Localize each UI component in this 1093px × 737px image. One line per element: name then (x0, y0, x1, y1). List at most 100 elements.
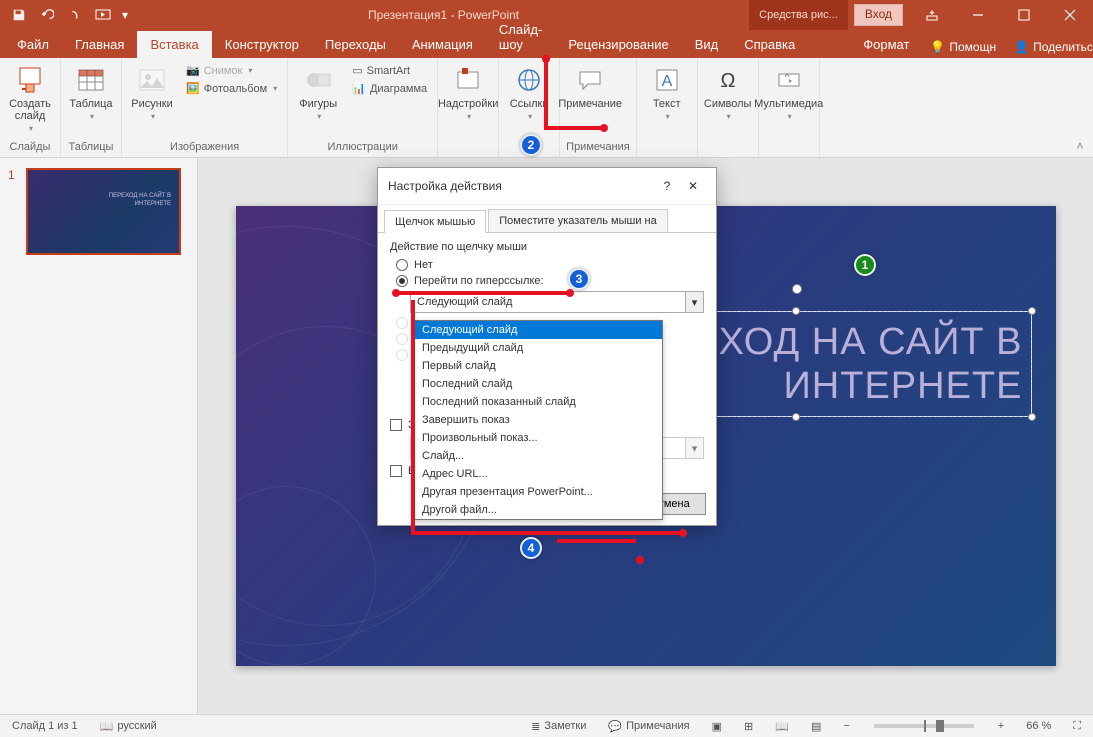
login-button[interactable]: Вход (854, 4, 903, 26)
tab-review[interactable]: Рецензирование (555, 31, 681, 58)
quick-access-toolbar: ▾ (0, 3, 138, 27)
symbols-icon: Ω (712, 64, 744, 96)
smartart-button[interactable]: ▭SmartArt (348, 62, 431, 79)
dialog-close-icon[interactable]: ✕ (680, 176, 706, 196)
fit-to-window-icon[interactable]: ⛶ (1069, 720, 1085, 733)
shapes-button[interactable]: Фигуры (294, 62, 342, 123)
slide-thumbnail-pane[interactable]: 1 ПЕРЕХОД НА САЙТ ВИНТЕРНЕТЕ (0, 158, 198, 714)
links-button[interactable]: Ссылки (505, 62, 553, 123)
tab-home[interactable]: Главная (62, 31, 137, 58)
dialog-help-icon[interactable]: ? (654, 176, 680, 196)
table-button[interactable]: Таблица (67, 62, 115, 123)
photo-album-button[interactable]: 🖼️Фотоальбом (182, 80, 281, 97)
hyperlink-combo[interactable]: Следующий слайд ▾ (410, 291, 704, 313)
dropdown-item[interactable]: Слайд... (414, 447, 662, 465)
radio-none[interactable]: Нет (396, 259, 704, 271)
save-icon[interactable] (6, 3, 32, 27)
chevron-down-icon[interactable]: ▾ (685, 438, 703, 458)
tab-view[interactable]: Вид (682, 31, 732, 58)
status-language[interactable]: 📖русский (96, 720, 161, 733)
normal-view-icon[interactable]: ▣ (708, 720, 726, 733)
dropdown-item[interactable]: Следующий слайд (414, 321, 662, 339)
maximize-button[interactable] (1001, 0, 1047, 30)
comments-pane-button[interactable]: 💬Примечания (604, 720, 693, 733)
text-button[interactable]: A Текст (643, 62, 691, 123)
contextual-tab-label: Средства рис... (749, 0, 848, 30)
links-icon (513, 64, 545, 96)
status-slide-number[interactable]: Слайд 1 из 1 (8, 720, 82, 732)
dropdown-item[interactable]: Адрес URL... (414, 465, 662, 483)
tab-help[interactable]: Справка (731, 31, 808, 58)
album-icon: 🖼️ (186, 82, 200, 95)
resize-handle-s[interactable] (792, 413, 800, 421)
group-illustr-label: Иллюстрации (294, 139, 431, 155)
dropdown-item[interactable]: Произвольный показ... (414, 429, 662, 447)
chart-icon: 📊 (352, 82, 366, 95)
comment-button[interactable]: Примечание (566, 62, 614, 112)
dropdown-item[interactable]: Завершить показ (414, 411, 662, 429)
group-tables-label: Таблицы (67, 139, 115, 155)
dropdown-item[interactable]: Последний слайд (414, 375, 662, 393)
thumbnail-preview[interactable]: ПЕРЕХОД НА САЙТ ВИНТЕРНЕТЕ (26, 168, 181, 255)
undo-icon[interactable] (34, 3, 60, 27)
callout-2: 2 (520, 134, 542, 156)
zoom-level[interactable]: 66 % (1022, 720, 1055, 732)
group-images-label: Изображения (128, 139, 281, 155)
tab-mouse-click[interactable]: Щелчок мышью (384, 210, 486, 233)
tab-design[interactable]: Конструктор (212, 31, 312, 58)
media-button[interactable]: Мультимедиа (765, 62, 813, 123)
comment-icon: 💬 (608, 720, 622, 733)
tab-file[interactable]: Файл (4, 31, 62, 58)
dropdown-item[interactable]: Другой файл... (414, 501, 662, 519)
redo-icon[interactable] (62, 3, 88, 27)
dropdown-item[interactable]: Первый слайд (414, 357, 662, 375)
tab-animations[interactable]: Анимация (399, 31, 486, 58)
addins-button[interactable]: Надстройки (444, 62, 492, 123)
slideshow-view-icon[interactable]: ▤ (807, 720, 825, 733)
ribbon-display-options-icon[interactable] (909, 0, 955, 30)
dialog-title: Настройка действия (388, 179, 654, 193)
tab-format[interactable]: Формат (850, 31, 922, 58)
tab-insert[interactable]: Вставка (137, 31, 211, 58)
resize-handle-se[interactable] (1028, 413, 1036, 421)
thumbnail-number: 1 (8, 168, 20, 255)
zoom-out-button[interactable]: − (839, 720, 853, 732)
chevron-down-icon[interactable]: ▾ (685, 292, 703, 312)
rotation-handle[interactable] (792, 284, 802, 294)
share-button[interactable]: 👤Поделиться (1006, 36, 1093, 58)
zoom-thumb[interactable] (936, 720, 944, 732)
slide-sorter-view-icon[interactable]: ⊞ (740, 720, 757, 733)
screenshot-button[interactable]: 📷Снимок (182, 62, 281, 79)
reading-view-icon[interactable]: 📖 (771, 720, 793, 733)
tab-slideshow[interactable]: Слайд-шоу (486, 16, 555, 58)
collapse-ribbon-icon[interactable]: ˄ (1071, 137, 1089, 155)
addins-icon (452, 64, 484, 96)
zoom-in-button[interactable]: + (994, 720, 1008, 732)
media-icon (773, 64, 805, 96)
window-title: Презентация1 - PowerPoint (138, 8, 749, 22)
chart-button[interactable]: 📊Диаграмма (348, 80, 431, 97)
new-slide-icon (14, 64, 46, 96)
symbols-button[interactable]: Ω Символы (704, 62, 752, 123)
tell-me-button[interactable]: 💡Помощн (922, 36, 1004, 58)
radio-hyperlink[interactable]: Перейти по гиперссылке: (396, 275, 704, 287)
resize-handle-n[interactable] (792, 307, 800, 315)
notes-button[interactable]: ≣Заметки (527, 720, 590, 733)
minimize-button[interactable] (955, 0, 1001, 30)
spellcheck-icon: 📖 (100, 720, 114, 733)
resize-handle-ne[interactable] (1028, 307, 1036, 315)
new-slide-button[interactable]: Создать слайд (6, 62, 54, 135)
thumbnail-item[interactable]: 1 ПЕРЕХОД НА САЙТ ВИНТЕРНЕТЕ (8, 168, 189, 255)
tab-mouse-over[interactable]: Поместите указатель мыши на (488, 209, 668, 232)
hyperlink-dropdown-list[interactable]: Следующий слайдПредыдущий слайдПервый сл… (413, 320, 663, 520)
zoom-slider[interactable] (874, 724, 974, 728)
status-bar: Слайд 1 из 1 📖русский ≣Заметки 💬Примечан… (0, 714, 1093, 737)
dropdown-item[interactable]: Другая презентация PowerPoint... (414, 483, 662, 501)
dropdown-item[interactable]: Предыдущий слайд (414, 339, 662, 357)
slideshow-start-icon[interactable] (90, 3, 116, 27)
dropdown-item[interactable]: Последний показанный слайд (414, 393, 662, 411)
pictures-button[interactable]: Рисунки (128, 62, 176, 123)
qat-customize-icon[interactable]: ▾ (118, 3, 132, 27)
tab-transitions[interactable]: Переходы (312, 31, 399, 58)
close-button[interactable] (1047, 0, 1093, 30)
